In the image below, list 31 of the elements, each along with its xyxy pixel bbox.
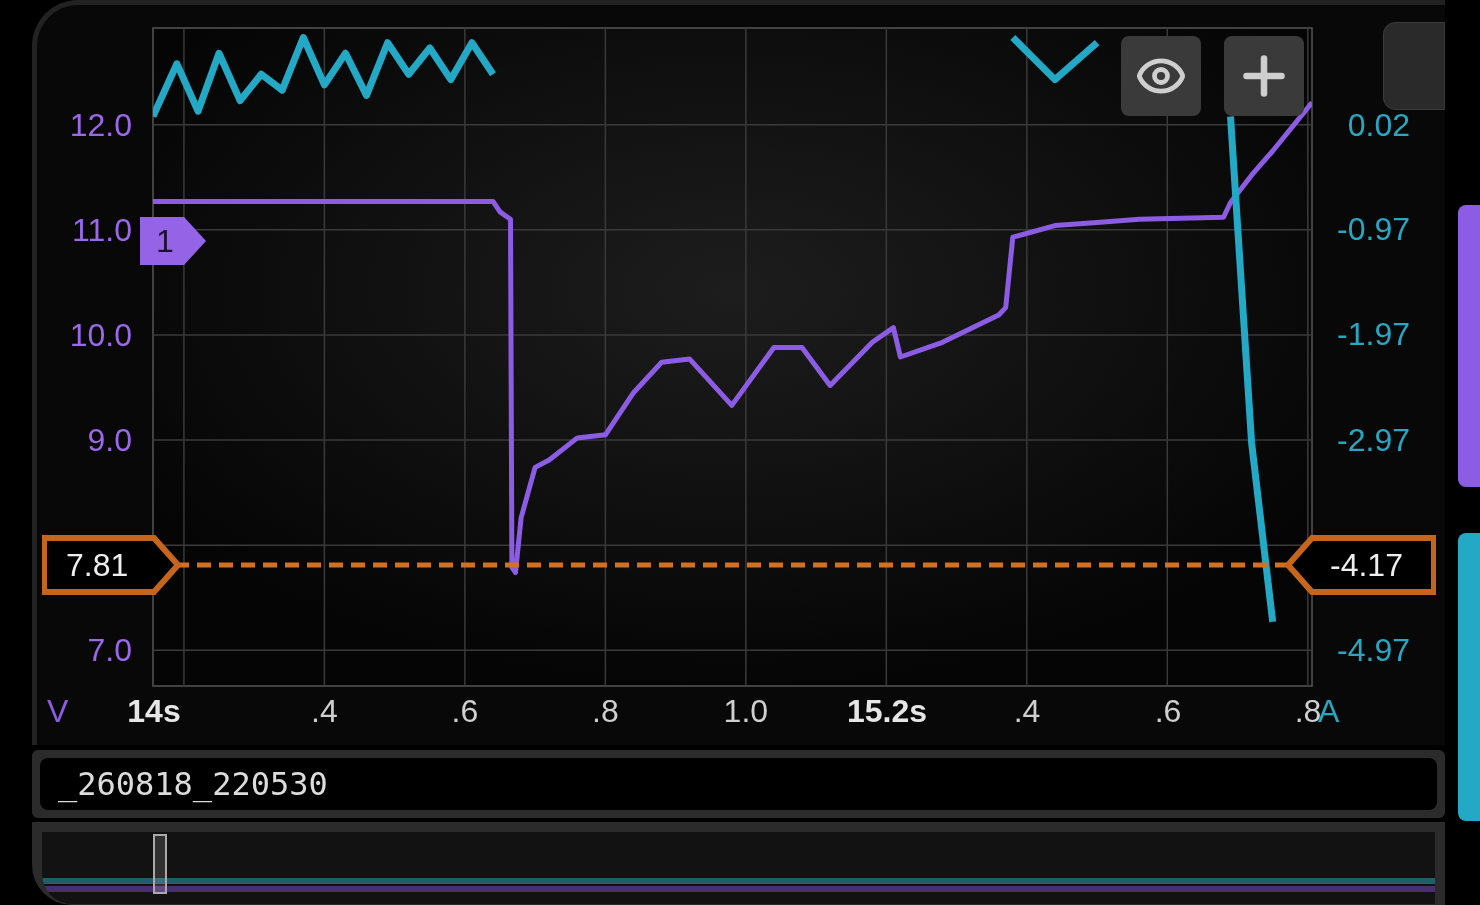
axis-tick-label: .4: [311, 693, 338, 729]
axis-tick-label: 14s: [127, 693, 181, 729]
overview-selection-handle[interactable]: [153, 834, 167, 894]
axis-tick-label: 12.0: [69, 106, 132, 143]
axis-tick-label: 1.0: [723, 693, 769, 729]
ref-line-label: 7.81: [66, 547, 129, 584]
panel-tab-handle[interactable]: [1383, 22, 1445, 110]
visibility-button[interactable]: [1121, 36, 1201, 116]
axis-tick-label: .6: [1154, 693, 1182, 729]
axis-tick-label: 11.0: [72, 211, 132, 248]
axis-unit-label: A: [1318, 693, 1340, 729]
cursor-readout[interactable]: -4.17: [1284, 534, 1436, 597]
axis-tick-label: 15.2s: [846, 693, 928, 729]
add-button[interactable]: [1224, 36, 1304, 116]
axis-tick-label: .6: [451, 693, 479, 729]
axis-tick-label: 7.0: [87, 632, 132, 669]
axis-tick-label: -4.97: [1337, 632, 1410, 669]
trace-handle[interactable]: [1458, 533, 1480, 821]
file-name-field[interactable]: _260818_220530: [40, 758, 1437, 810]
axis-tick-label: .8: [592, 693, 619, 729]
axis-tick-label: -2.97: [1337, 421, 1410, 458]
trace-marker[interactable]: 1: [140, 217, 206, 265]
cursor-readout[interactable]: 7.81: [42, 534, 182, 597]
axis-unit-label: V: [47, 693, 69, 729]
axis-tick-label: 10.0: [69, 316, 132, 353]
axis-tick-label: -0.97: [1337, 211, 1410, 248]
axis-tick-label: 0.02: [1347, 106, 1410, 143]
trace-handle[interactable]: [1458, 205, 1480, 487]
axis-tick-label: .4: [1013, 693, 1041, 729]
axis-tick-label: 9.0: [87, 422, 132, 459]
axis-tick-label: -1.97: [1337, 316, 1410, 353]
